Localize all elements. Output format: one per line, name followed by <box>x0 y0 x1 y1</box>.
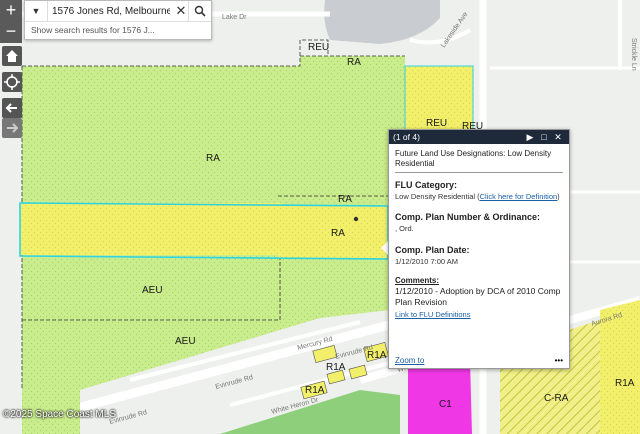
back-extent-button[interactable] <box>2 98 22 118</box>
comments-label: Comments: <box>395 276 440 285</box>
flu-definitions-link[interactable]: Link to FLU Definitions <box>395 310 563 320</box>
flu-category-label: FLU Category: <box>395 180 458 190</box>
zone-label: RA <box>206 153 220 164</box>
crosshair-icon <box>4 74 20 90</box>
flu-category-text: Low Density Residential ( <box>395 192 480 201</box>
search-suggestion[interactable]: Show search results for 1576 J... <box>25 22 211 38</box>
more-options-icon[interactable]: ••• <box>555 356 563 365</box>
comp-plan-number-label: Comp. Plan Number & Ordinance: <box>395 212 541 222</box>
flu-definition-link[interactable]: Click here for Definition <box>480 192 558 201</box>
zone-label: R1A <box>305 385 325 396</box>
home-button[interactable] <box>2 46 22 66</box>
road-label-strickle-ln: Strickle Ln <box>630 38 637 71</box>
home-icon <box>6 50 18 62</box>
comp-plan-date-label: Comp. Plan Date: <box>395 245 470 255</box>
zone-label: C1 <box>439 399 452 410</box>
search-icon <box>194 5 206 17</box>
popup-counter: (1 of 4) <box>393 132 420 142</box>
search-source-dropdown[interactable]: ▼ <box>25 1 48 21</box>
feature-popup: (1 of 4) ▶ □ ✕ Future Land Use Designati… <box>388 129 570 369</box>
zone-label: REU <box>426 118 447 129</box>
zone-label: R1A <box>615 378 635 389</box>
zone-label: AEU <box>142 285 163 296</box>
zone-label: RA <box>347 57 361 68</box>
popup-title: Future Land Use Designations: Low Densit… <box>395 149 563 173</box>
zone-label: C-RA <box>544 393 569 404</box>
caret-down-icon: ▼ <box>31 6 41 16</box>
comments-value: 1/12/2010 - Adoption by DCA of 2010 Comp… <box>395 286 561 307</box>
arrow-right-icon <box>7 123 19 133</box>
comp-plan-number-value: , Ord. <box>395 224 414 233</box>
copyright-text: ©2025 Space Coast MLS <box>3 409 116 420</box>
forward-extent-button[interactable] <box>2 118 22 138</box>
comp-plan-date-value: 1/12/2010 7:00 AM <box>395 257 458 266</box>
search-input[interactable] <box>48 2 174 20</box>
zone-label: REU <box>308 42 329 53</box>
clear-search-icon[interactable]: ✕ <box>174 3 188 19</box>
zone-label: RA <box>338 194 352 205</box>
next-feature-icon[interactable]: ▶ <box>523 132 537 143</box>
flu-close-paren: ) <box>557 192 560 201</box>
zoom-to-link[interactable]: Zoom to <box>395 356 424 365</box>
zone-selected-strip[interactable] <box>20 203 282 255</box>
search-widget: ▼ ✕ Show search results for 1576 J... <box>24 0 212 40</box>
popup-header: (1 of 4) ▶ □ ✕ <box>389 130 569 144</box>
zone-label: R1A <box>367 350 387 361</box>
close-icon[interactable]: ✕ <box>551 132 565 143</box>
search-button[interactable] <box>188 1 211 21</box>
locate-button[interactable] <box>2 72 22 92</box>
zone-label: AEU <box>175 336 196 347</box>
maximize-icon[interactable]: □ <box>537 132 551 142</box>
location-marker <box>353 216 359 222</box>
zone-label: R1A <box>326 362 346 373</box>
road-label-lake-dr: Lake Dr <box>222 14 247 21</box>
arrow-left-icon <box>5 103 17 113</box>
zone-label: RA <box>331 228 345 239</box>
zone-c1[interactable] <box>408 360 472 434</box>
zoom-in-button[interactable]: + <box>0 0 22 22</box>
flu-category-value: Low Density Residential (Click here for … <box>395 192 563 202</box>
zoom-out-button[interactable]: − <box>0 21 22 43</box>
